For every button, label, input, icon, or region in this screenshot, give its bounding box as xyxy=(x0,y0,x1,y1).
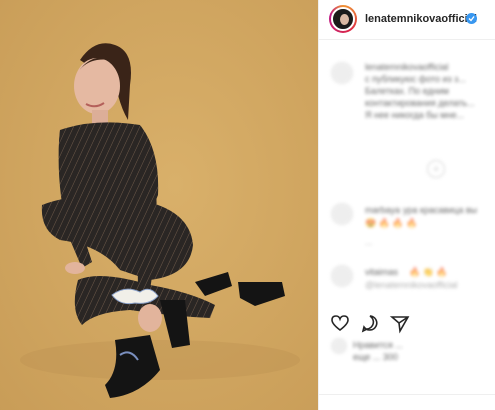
comment-text: ура красавица вы xyxy=(403,205,478,215)
caption-line-4: Я нее никогда бы мне... xyxy=(365,110,464,120)
comment-meta: @lenatemnikovaofficial xyxy=(365,280,458,290)
header-username[interactable]: lenatemnikovaofficial xyxy=(365,13,477,25)
comment-username[interactable]: marbaya xyxy=(365,205,400,215)
post-photo[interactable] xyxy=(0,0,318,410)
caption-line-1: с публикуюс фото из з... xyxy=(365,74,466,84)
divider xyxy=(319,394,495,395)
caption-line-3: контактирования делать... xyxy=(365,98,475,108)
caption-avatar[interactable] xyxy=(331,62,353,84)
caption-block: lenatemnikovaofficial с публикуюс фото и… xyxy=(319,58,495,148)
comment-icon[interactable] xyxy=(359,312,381,334)
post-side-panel: lenatemnikovaofficial lenatemnikovaoffic… xyxy=(318,0,495,410)
comment-meta: ... xyxy=(365,237,373,247)
verified-badge-icon xyxy=(466,13,477,24)
share-icon[interactable] xyxy=(389,312,411,334)
comment-avatar[interactable] xyxy=(331,203,353,225)
liker-avatar[interactable] xyxy=(331,338,347,354)
heart-icon[interactable] xyxy=(329,312,351,334)
load-more-comments-icon[interactable]: + xyxy=(427,160,445,178)
likes-text[interactable]: Нравится ... xyxy=(353,340,403,350)
post-photo-image xyxy=(0,0,318,410)
post-actions xyxy=(319,312,495,336)
avatar-icon[interactable] xyxy=(329,5,357,33)
comment-username[interactable]: vitaimas xyxy=(365,267,398,277)
comment-avatar[interactable] xyxy=(331,265,353,287)
comment-emoji: 😍 🔥 🔥 🔥 xyxy=(365,218,418,228)
caption-line-2: Балетках. По едним xyxy=(365,86,449,96)
comment-text: 🔥 👏 🔥 xyxy=(409,267,448,277)
likes-line-2: еще ... 300 xyxy=(353,352,398,362)
caption-username[interactable]: lenatemnikovaofficial xyxy=(365,62,448,72)
post-header: lenatemnikovaofficial xyxy=(319,0,495,40)
